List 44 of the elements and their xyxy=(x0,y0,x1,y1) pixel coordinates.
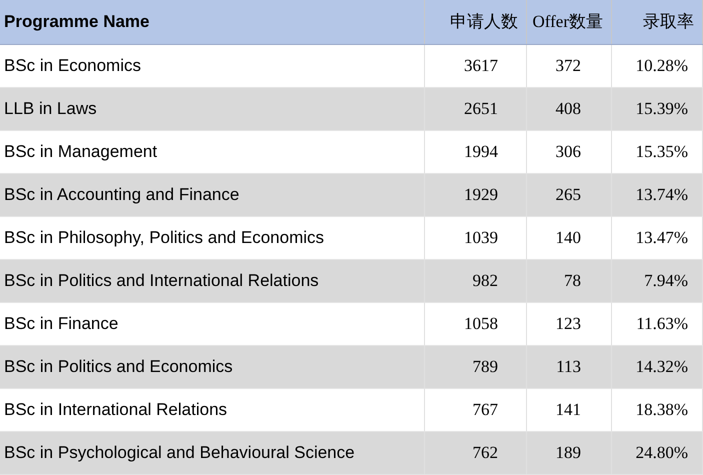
table-cell: 1929 xyxy=(425,174,527,216)
table-cell: BSc in Politics and Economics xyxy=(0,346,425,388)
table-cell: BSc in Psychological and Behavioural Science xyxy=(0,432,425,474)
table-cell: 113 xyxy=(527,346,612,388)
table-cell: BSc in Accounting and Finance xyxy=(0,174,425,216)
column-header: 申请人数 xyxy=(425,0,527,44)
table-cell: 2651 xyxy=(425,88,527,130)
table-cell: 789 xyxy=(425,346,527,388)
table-cell: LLB in Laws xyxy=(0,88,425,130)
table-cell: BSc in Economics xyxy=(0,45,425,87)
table-cell: 372 xyxy=(527,45,612,87)
table-cell: 14.32% xyxy=(612,346,703,388)
table-cell: 265 xyxy=(527,174,612,216)
table-cell: 982 xyxy=(425,260,527,302)
table-cell: BSc in Management xyxy=(0,131,425,173)
table-cell: 141 xyxy=(527,389,612,431)
table-cell: 762 xyxy=(425,432,527,474)
table-cell: 767 xyxy=(425,389,527,431)
table-cell: 18.38% xyxy=(612,389,703,431)
table-cell: BSc in Finance xyxy=(0,303,425,345)
table-cell: BSc in International Relations xyxy=(0,389,425,431)
table-cell: 15.39% xyxy=(612,88,703,130)
column-header: 录取率 xyxy=(612,0,703,44)
table-cell: 24.80% xyxy=(612,432,703,474)
table-cell: BSc in Politics and International Relations xyxy=(0,260,425,302)
table-cell: 1994 xyxy=(425,131,527,173)
table-cell: BSc in Philosophy, Politics and Economics xyxy=(0,217,425,259)
table-cell: 13.74% xyxy=(612,174,703,216)
table-cell: 123 xyxy=(527,303,612,345)
table-cell: 7.94% xyxy=(612,260,703,302)
table-cell: 1058 xyxy=(425,303,527,345)
table-cell: 408 xyxy=(527,88,612,130)
table-cell: 3617 xyxy=(425,45,527,87)
table-cell: 78 xyxy=(527,260,612,302)
table-cell: 140 xyxy=(527,217,612,259)
table-cell: 306 xyxy=(527,131,612,173)
table-cell: 11.63% xyxy=(612,303,703,345)
table-cell: 1039 xyxy=(425,217,527,259)
column-header: Offer数量 xyxy=(527,0,612,44)
table-cell: 189 xyxy=(527,432,612,474)
table-cell: 10.28% xyxy=(612,45,703,87)
table-cell: 13.47% xyxy=(612,217,703,259)
table-cell: 15.35% xyxy=(612,131,703,173)
column-header: Programme Name xyxy=(0,0,425,44)
